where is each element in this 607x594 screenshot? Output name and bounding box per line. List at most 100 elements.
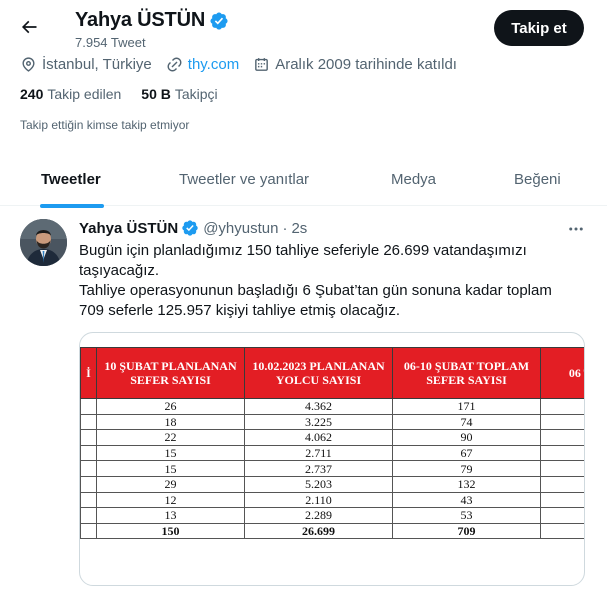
table-cell bbox=[80, 413, 97, 431]
table-cell: 5.203 bbox=[244, 475, 393, 493]
table-body: 26 4.362 171 18 3.225 74 22 4.062 90 15 2.711 67 15 2… bbox=[80, 398, 584, 540]
following-count: 240 bbox=[20, 86, 44, 102]
profile-name: Yahya ÜSTÜN bbox=[75, 9, 206, 31]
tweet-text-line: Tahliye operasyonunun başladığı 6 Şubat’… bbox=[79, 282, 552, 319]
tweet-text-line: Bugün için planladığımız 150 tahliye sef… bbox=[79, 242, 527, 279]
table-cell: 18 bbox=[96, 413, 245, 431]
table-cell: 67 bbox=[392, 444, 541, 462]
table-cell: 4.062 bbox=[244, 429, 393, 446]
followers-stat[interactable]: 50 B Takipçi bbox=[141, 86, 217, 102]
table-header-cell: 10.02.2023 PLANLANAN YOLCU SAYISI bbox=[244, 347, 393, 399]
table-cell: 13 bbox=[96, 507, 245, 524]
table-cell: 4.362 bbox=[244, 398, 393, 415]
tweet-handle[interactable]: @yhyustun bbox=[203, 220, 278, 237]
table-cell: 709 bbox=[392, 522, 541, 540]
table-cell bbox=[540, 444, 584, 462]
table-cell bbox=[80, 460, 97, 477]
table-cell: 3.225 bbox=[244, 413, 393, 431]
table-cell bbox=[80, 491, 97, 509]
table-cell: 74 bbox=[392, 413, 541, 431]
table-cell bbox=[540, 413, 584, 431]
more-button[interactable] bbox=[566, 220, 586, 238]
website-link[interactable]: thy.com bbox=[188, 56, 239, 73]
website-item[interactable]: thy.com bbox=[166, 56, 239, 73]
table-cell: 132 bbox=[392, 475, 541, 493]
active-tab-indicator bbox=[40, 204, 104, 208]
calendar-icon bbox=[255, 57, 269, 71]
table-cell bbox=[80, 429, 97, 446]
table-cell: 150 bbox=[96, 522, 245, 540]
table-cell: 15 bbox=[96, 460, 245, 477]
follow-button[interactable]: Takip et bbox=[494, 10, 584, 46]
table-row: 15 2.711 67 bbox=[80, 444, 584, 462]
table-cell: 26 bbox=[96, 398, 245, 415]
followers-count: 50 B bbox=[141, 86, 171, 102]
tweet-header: Yahya ÜSTÜN @yhyustun · 2s bbox=[79, 219, 307, 237]
table-cell: 53 bbox=[392, 507, 541, 524]
table-cell bbox=[540, 475, 584, 493]
table-cell bbox=[80, 398, 97, 415]
table-cell: 12 bbox=[96, 491, 245, 509]
table-cell: 171 bbox=[392, 398, 541, 415]
table-header-cell: 06 TOP bbox=[540, 347, 584, 399]
table-header-cell: İ bbox=[80, 347, 97, 399]
tweet-count: 7.954 Tweet bbox=[75, 35, 146, 50]
table-cell: 2.289 bbox=[244, 507, 393, 524]
verified-badge-icon bbox=[209, 11, 229, 31]
table-header-row: İ 10 ŞUBAT PLANLANAN SEFER SAYISI 10.02.… bbox=[80, 347, 584, 399]
location-item: İstanbul, Türkiye bbox=[20, 56, 152, 73]
tweet-author[interactable]: Yahya ÜSTÜN bbox=[79, 220, 178, 237]
profile-tabs: Tweetler Tweetler ve yanıtlar Medya Beğe… bbox=[0, 152, 607, 206]
joined-text: Aralık 2009 tarihinde katıldı bbox=[275, 55, 457, 73]
table-cell: 2.711 bbox=[244, 444, 393, 462]
tweet-separator: · bbox=[282, 219, 288, 237]
table-cell: 90 bbox=[392, 429, 541, 446]
table-cell bbox=[540, 398, 584, 415]
tab-tweets-and-replies[interactable]: Tweetler ve yanıtlar bbox=[179, 152, 309, 206]
tab-tweets[interactable]: Tweetler bbox=[41, 152, 101, 206]
table-cell: 43 bbox=[392, 491, 541, 509]
arrow-left-icon bbox=[21, 20, 37, 34]
tab-likes[interactable]: Beğeni bbox=[514, 152, 561, 206]
following-stat[interactable]: 240 Takip edilen bbox=[20, 86, 121, 102]
verified-badge-icon bbox=[181, 219, 199, 237]
table-cell bbox=[540, 429, 584, 446]
table-header-cell: 10 ŞUBAT PLANLANAN SEFER SAYISI bbox=[96, 347, 245, 399]
more-dots-icon bbox=[569, 227, 583, 231]
table-cell bbox=[80, 444, 97, 462]
mutual-followers-note: Takip ettiğin kimse takip etmiyor bbox=[20, 118, 190, 132]
table-row: 18 3.225 74 bbox=[80, 413, 584, 431]
location-pin-icon bbox=[22, 56, 35, 72]
profile-name-row: Yahya ÜSTÜN bbox=[75, 9, 229, 32]
avatar[interactable] bbox=[20, 219, 67, 266]
table-row: 150 26.699 709 bbox=[80, 522, 584, 540]
table-cell: 29 bbox=[96, 475, 245, 493]
joined-item: Aralık 2009 tarihinde katıldı bbox=[253, 56, 457, 73]
table-cell bbox=[80, 507, 97, 524]
table-row: 13 2.289 53 bbox=[80, 507, 584, 524]
media-table-wrap: İ 10 ŞUBAT PLANLANAN SEFER SAYISI 10.02.… bbox=[80, 347, 584, 540]
tweet-media-image[interactable]: İ 10 ŞUBAT PLANLANAN SEFER SAYISI 10.02.… bbox=[79, 332, 585, 586]
table-cell: 79 bbox=[392, 460, 541, 477]
tweet-time[interactable]: 2s bbox=[291, 220, 307, 237]
table-row: 29 5.203 132 bbox=[80, 475, 584, 493]
follow-stats: 240 Takip edilen 50 B Takipçi bbox=[20, 86, 238, 102]
table-row: 26 4.362 171 bbox=[80, 398, 584, 415]
table-header-cell: 06-10 ŞUBAT TOPLAM SEFER SAYISI bbox=[392, 347, 541, 399]
profile-meta: İstanbul, Türkiye thy.com Aralık 2009 ta… bbox=[20, 54, 471, 74]
back-button[interactable] bbox=[14, 12, 44, 42]
table-cell bbox=[540, 491, 584, 509]
profile-header: Yahya ÜSTÜN 7.954 Tweet Takip et bbox=[0, 0, 607, 56]
table-cell: 15 bbox=[96, 444, 245, 462]
table-row: 22 4.062 90 bbox=[80, 429, 584, 446]
table-row: 12 2.110 43 bbox=[80, 491, 584, 509]
tweet-text: Bugün için planladığımız 150 tahliye sef… bbox=[79, 241, 579, 321]
tab-media[interactable]: Medya bbox=[391, 152, 436, 206]
table-cell bbox=[540, 460, 584, 477]
table-cell bbox=[540, 522, 584, 540]
table-cell: 2.737 bbox=[244, 460, 393, 477]
link-icon bbox=[167, 57, 182, 71]
table-row: 15 2.737 79 bbox=[80, 460, 584, 477]
following-label: Takip edilen bbox=[47, 86, 122, 102]
table-cell: 26.699 bbox=[244, 522, 393, 540]
